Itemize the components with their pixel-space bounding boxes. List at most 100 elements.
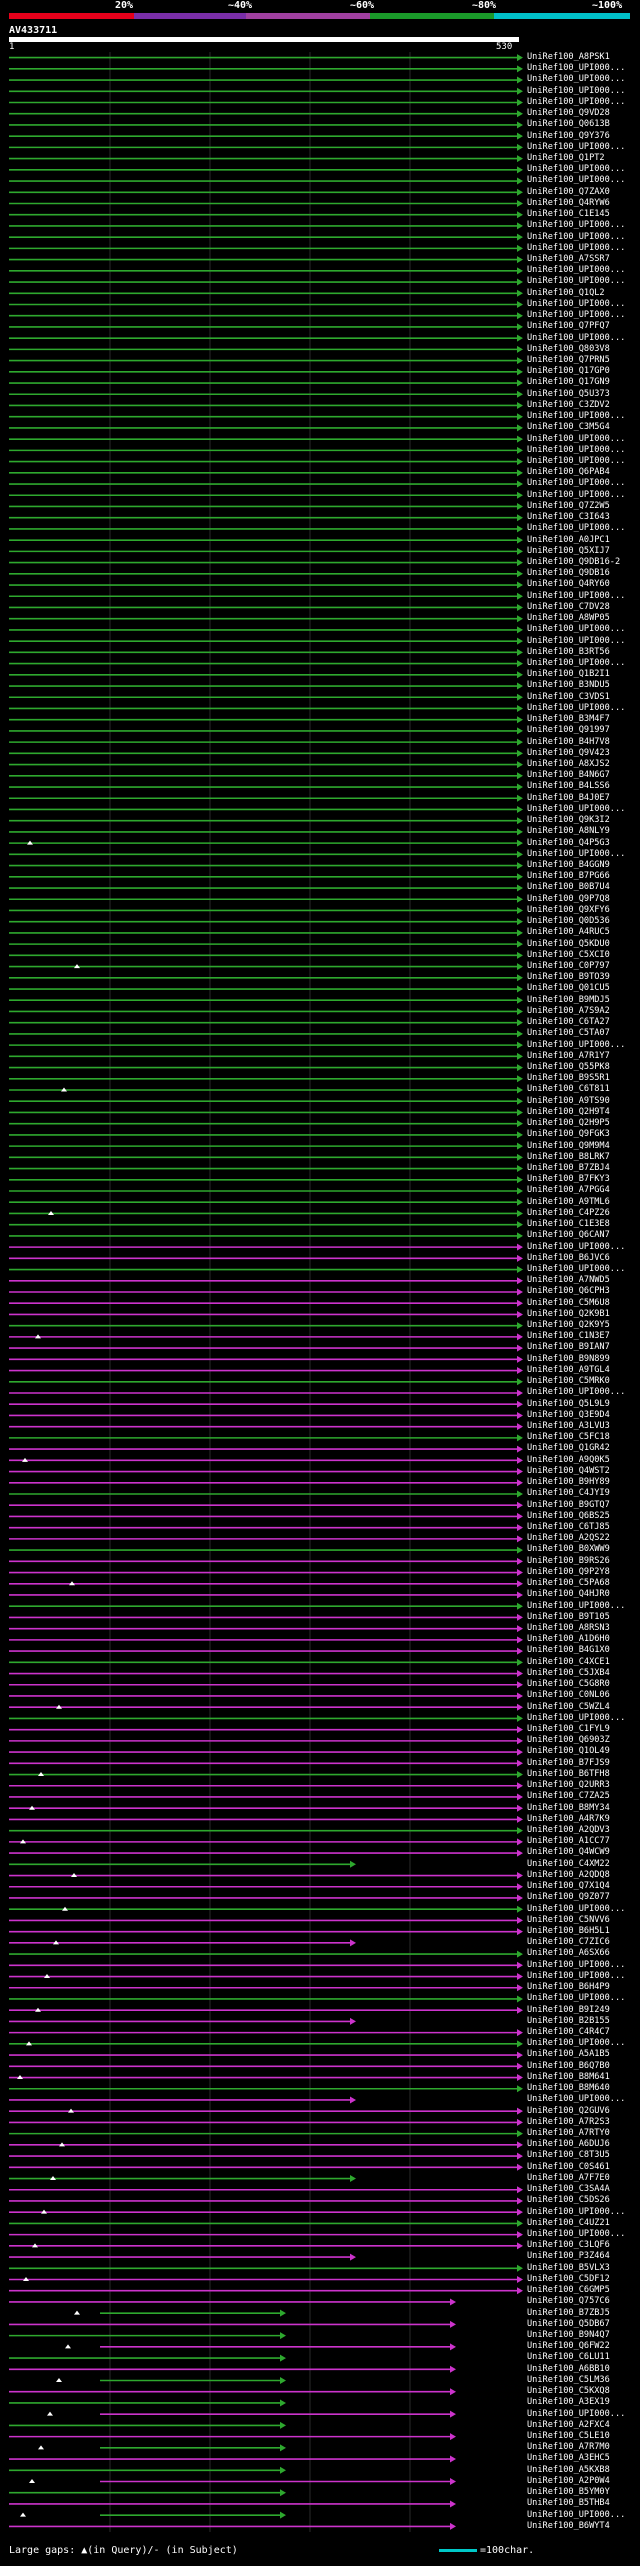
hit-row[interactable] [9, 873, 523, 881]
hit-row[interactable] [9, 974, 523, 982]
hit-row[interactable] [9, 2320, 456, 2328]
hit-row[interactable] [9, 1041, 523, 1049]
hit-id-label[interactable]: UniRef100_UPI000... [527, 2038, 625, 2049]
hit-row[interactable] [9, 660, 523, 668]
hit-row[interactable] [9, 671, 523, 679]
hit-row[interactable] [9, 2466, 286, 2474]
hit-id-label[interactable]: UniRef100_UPI000... [527, 1904, 625, 1915]
hit-row[interactable] [9, 626, 523, 634]
hit-row[interactable] [9, 704, 523, 712]
hit-row[interactable] [9, 1232, 523, 1240]
hit-row[interactable] [9, 1322, 523, 1330]
hit-row[interactable] [47, 2410, 456, 2418]
hit-row[interactable] [9, 2219, 523, 2227]
hit-row[interactable] [9, 390, 523, 398]
hit-id-label[interactable]: UniRef100_A0JPC1 [527, 535, 610, 546]
hit-row[interactable] [9, 637, 523, 645]
hit-row[interactable] [9, 1052, 523, 1060]
hit-row[interactable] [9, 1153, 523, 1161]
hit-id-label[interactable]: UniRef100_UPI000... [527, 175, 625, 186]
hit-id-label[interactable]: UniRef100_UPI000... [527, 478, 625, 489]
hit-row[interactable] [9, 2062, 523, 2070]
hit-id-label[interactable]: UniRef100_Q55PK8 [527, 1062, 610, 1073]
hit-id-label[interactable]: UniRef100_Q5KDU0 [527, 939, 610, 950]
hit-row[interactable] [9, 1748, 523, 1756]
hit-row[interactable] [9, 1367, 523, 1375]
hit-id-label[interactable]: UniRef100_C1E145 [527, 209, 610, 220]
hit-id-label[interactable]: UniRef100_C4R4C7 [527, 2027, 610, 2038]
hit-row[interactable] [9, 794, 523, 802]
hit-row[interactable] [9, 2096, 356, 2104]
hit-id-label[interactable]: UniRef100_A7NWD5 [527, 1275, 610, 1286]
hit-row[interactable] [9, 1670, 523, 1678]
hit-row[interactable] [9, 862, 523, 870]
hit-id-label[interactable]: UniRef100_UPI000... [527, 97, 625, 108]
hit-id-label[interactable]: UniRef100_A4R7K9 [527, 1814, 610, 1825]
hit-row[interactable] [9, 1501, 523, 1509]
hit-row[interactable] [9, 211, 523, 219]
hit-row[interactable] [9, 1928, 523, 1936]
hit-id-label[interactable]: UniRef100_A3LVU3 [527, 1421, 610, 1432]
hit-id-label[interactable]: UniRef100_UPI000... [527, 1993, 625, 2004]
hit-row[interactable] [9, 1266, 523, 1274]
hit-id-label[interactable]: UniRef100_Q01CU5 [527, 983, 610, 994]
hit-row[interactable] [9, 1580, 523, 1588]
hit-row[interactable] [9, 783, 523, 791]
hit-row[interactable] [9, 1310, 523, 1318]
hit-row[interactable] [9, 87, 523, 95]
hit-id-label[interactable]: UniRef100_B4GGN9 [527, 860, 610, 871]
hit-row[interactable] [9, 1277, 523, 1285]
hit-row[interactable] [9, 2455, 456, 2463]
hit-row[interactable] [9, 1961, 523, 1969]
hit-id-label[interactable]: UniRef100_Q2H9T4 [527, 1107, 610, 1118]
hit-id-label[interactable]: UniRef100_A6BB10 [527, 2364, 610, 2375]
hit-row[interactable] [9, 895, 523, 903]
hit-id-label[interactable]: UniRef100_UPI000... [527, 1601, 625, 1612]
hit-id-label[interactable]: UniRef100_UPI000... [527, 411, 625, 422]
hit-id-label[interactable]: UniRef100_B7ZBJ4 [527, 1163, 610, 1174]
hit-row[interactable] [9, 2500, 456, 2508]
hit-id-label[interactable]: UniRef100_Q3E9D4 [527, 1410, 610, 1421]
hit-row[interactable] [9, 256, 523, 264]
hit-row[interactable] [9, 2365, 456, 2373]
hit-row[interactable] [9, 1254, 523, 1262]
hit-row[interactable] [9, 1984, 523, 1992]
hit-row[interactable] [9, 581, 523, 589]
hit-id-label[interactable]: UniRef100_UPI000... [527, 456, 625, 467]
hit-id-label[interactable]: UniRef100_Q6PAB4 [527, 467, 610, 478]
hit-id-label[interactable]: UniRef100_C4UZ21 [527, 2218, 610, 2229]
hit-row[interactable] [9, 480, 523, 488]
hit-row[interactable] [9, 648, 523, 656]
hit-id-label[interactable]: UniRef100_B6H5L1 [527, 1926, 610, 1937]
hit-row[interactable] [9, 682, 523, 690]
hit-row[interactable] [9, 424, 523, 432]
hit-row[interactable] [9, 177, 523, 185]
hit-row[interactable] [9, 2040, 523, 2048]
hit-row[interactable] [9, 2287, 523, 2295]
hit-row[interactable] [9, 502, 523, 510]
hit-row[interactable] [9, 1726, 523, 1734]
hit-row[interactable] [9, 357, 523, 365]
hit-id-label[interactable]: UniRef100_UPI000... [527, 1387, 625, 1398]
hit-row[interactable] [9, 2433, 456, 2441]
hit-row[interactable] [9, 2388, 456, 2396]
hit-id-label[interactable]: UniRef100_B6Q7B0 [527, 2061, 610, 2072]
hit-row[interactable] [9, 1187, 523, 1195]
hit-row[interactable] [9, 267, 523, 275]
hit-row[interactable] [9, 2006, 523, 2014]
hit-row[interactable] [9, 1378, 523, 1386]
hit-id-label[interactable]: UniRef100_UPI000... [527, 232, 625, 243]
hit-id-label[interactable]: UniRef100_Q6BS25 [527, 1511, 610, 1522]
hit-row[interactable] [9, 1625, 523, 1633]
hit-row[interactable] [9, 1569, 523, 1577]
hit-row[interactable] [9, 1445, 523, 1453]
hit-id-label[interactable]: UniRef100_C6T811 [527, 1084, 610, 1095]
hit-row[interactable] [9, 469, 523, 477]
hit-id-label[interactable]: UniRef100_C0NL06 [527, 1690, 610, 1701]
hit-row[interactable] [9, 2332, 286, 2340]
hit-row[interactable] [9, 749, 523, 757]
hit-id-label[interactable]: UniRef100_Q0613B [527, 119, 610, 130]
hit-row[interactable] [9, 1658, 523, 1666]
hit-id-label[interactable]: UniRef100_C4PZ26 [527, 1208, 610, 1219]
hit-row[interactable] [9, 2163, 523, 2171]
